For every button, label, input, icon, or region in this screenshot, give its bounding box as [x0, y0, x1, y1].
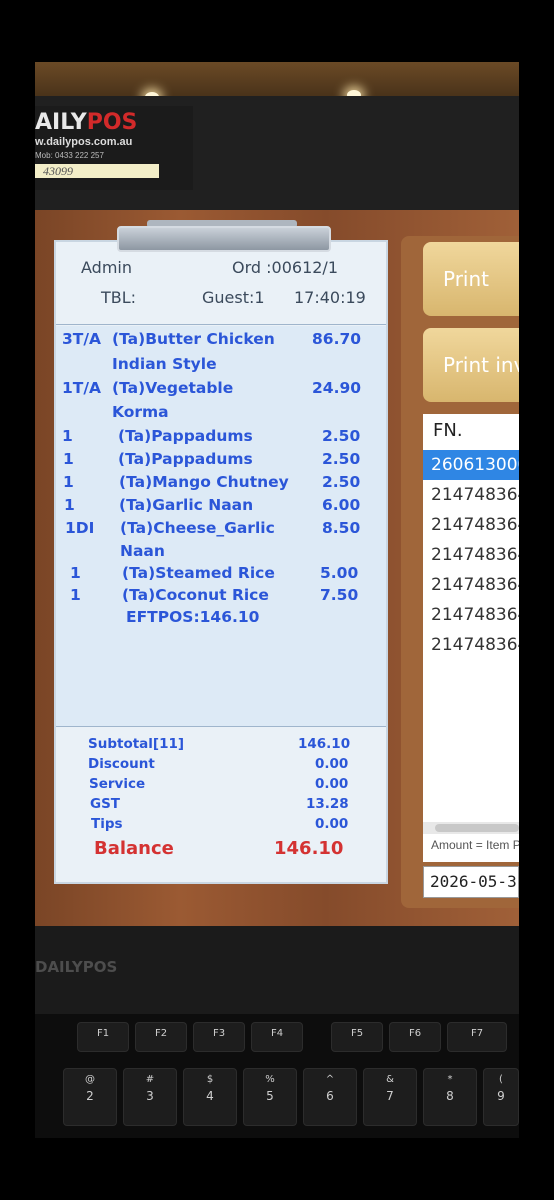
item-name[interactable]: (Ta)Coconut Rice — [122, 586, 269, 604]
key-f6[interactable]: F6 — [389, 1022, 441, 1052]
key-5[interactable]: % 5 — [243, 1068, 297, 1126]
item-name[interactable]: (Ta)Vegetable — [112, 379, 233, 397]
item-name[interactable]: (Ta)Mango Chutney — [119, 473, 289, 491]
item-name[interactable]: Indian Style — [112, 355, 217, 373]
key-f5[interactable]: F5 — [331, 1022, 383, 1052]
item-name[interactable]: (Ta)Pappadums — [118, 427, 253, 445]
item-price: 24.90 — [312, 379, 362, 397]
print-invoice-button[interactable]: Print invo — [423, 328, 519, 402]
list-item[interactable]: 2147483647, — [423, 630, 519, 660]
keyboard: F1 F2 F3 F4 F5 F6 F7 @2 #3 $4 % 5 ^ 6 & 7 *… — [35, 1014, 519, 1138]
item-price: 2.50 — [322, 427, 361, 445]
gst-label: GST — [90, 796, 121, 812]
brand-sticker: AILYPOS w.dailypos.com.au Mob: 0433 222 … — [35, 106, 193, 190]
discount-value: 0.00 — [315, 756, 349, 772]
guest-count: Guest:1 — [202, 288, 265, 307]
photo-frame: AILYPOS w.dailypos.com.au Mob: 0433 222 … — [35, 62, 519, 1138]
divider — [56, 726, 386, 727]
key-f1[interactable]: F1 — [77, 1022, 129, 1052]
item-price: 2.50 — [322, 450, 361, 468]
item-qty: 1 — [70, 586, 81, 604]
item-price: 5.00 — [320, 564, 359, 582]
order-number: Ord :00612/1 — [232, 258, 338, 277]
key-f2[interactable]: F2 — [135, 1022, 187, 1052]
subtotal-label: Subtotal[11] — [88, 736, 185, 752]
list-item[interactable]: 2147483647, — [423, 480, 519, 510]
key-3[interactable]: #3 — [123, 1068, 177, 1126]
clipboard-clip — [117, 226, 331, 252]
item-price: 6.00 — [322, 496, 361, 514]
item-name[interactable]: (Ta)Garlic Naan — [119, 496, 253, 514]
asset-tag: 43099 — [35, 164, 159, 178]
service-value: 0.00 — [315, 776, 349, 792]
item-name[interactable]: (Ta)Butter Chicken — [112, 330, 275, 348]
item-qty: 1 — [64, 496, 75, 514]
brand-logo: AILYPOS — [35, 110, 138, 135]
discount-label: Discount — [88, 756, 155, 772]
bottom-brand: DAILYPOS — [35, 958, 118, 976]
brand-phone: Mob: 0433 222 257 — [35, 151, 104, 160]
balance-label: Balance — [94, 838, 174, 859]
list-item[interactable]: 2147483647, — [423, 510, 519, 540]
item-list: 3T/A (Ta)Butter Chicken 86.70 Indian Sty… — [56, 326, 386, 726]
order-receipt: Admin Ord :00612/1 TBL: Guest:1 17:40:19… — [54, 240, 388, 884]
item-qty: 1 — [70, 564, 81, 582]
list-header: FN. — [433, 420, 463, 441]
order-time: 17:40:19 — [294, 288, 366, 307]
payment-line: EFTPOS:146.10 — [126, 608, 260, 626]
key-9[interactable]: (9 — [483, 1068, 519, 1126]
invoice-list: FN. 2606130001 2147483647, 2147483647, 2… — [423, 414, 519, 862]
key-f3[interactable]: F3 — [193, 1022, 245, 1052]
key-f4[interactable]: F4 — [251, 1022, 303, 1052]
user-label: Admin — [81, 258, 132, 277]
item-name[interactable]: (Ta)Steamed Rice — [122, 564, 275, 582]
key-6[interactable]: ^ 6 — [303, 1068, 357, 1126]
item-name[interactable]: Naan — [120, 542, 165, 560]
date-picker[interactable]: 2026-05-31 — [423, 866, 519, 898]
list-item[interactable]: 2147483647, — [423, 600, 519, 630]
brand-url: w.dailypos.com.au — [35, 136, 133, 148]
print-button[interactable]: Print — [423, 242, 519, 316]
list-item[interactable]: 2606130001 — [423, 450, 519, 480]
item-name[interactable]: (Ta)Pappadums — [118, 450, 253, 468]
divider — [56, 324, 386, 325]
item-price: 2.50 — [322, 473, 361, 491]
item-price: 86.70 — [312, 330, 362, 348]
item-price: 7.50 — [320, 586, 359, 604]
gst-value: 13.28 — [306, 796, 349, 812]
key-2[interactable]: @2 — [63, 1068, 117, 1126]
scrollbar-thumb[interactable] — [435, 824, 519, 832]
key-4[interactable]: $4 — [183, 1068, 237, 1126]
key-7[interactable]: & 7 — [363, 1068, 417, 1126]
service-label: Service — [89, 776, 146, 792]
item-qty: 1T/A — [62, 379, 102, 397]
tips-value: 0.00 — [315, 816, 349, 832]
item-name[interactable]: (Ta)Cheese_Garlic — [120, 519, 275, 537]
balance-value: 146.10 — [274, 838, 344, 859]
item-qty: 1 — [63, 473, 74, 491]
item-qty: 3T/A — [62, 330, 102, 348]
item-qty: 1 — [62, 427, 73, 445]
key-f7[interactable]: F7 — [447, 1022, 507, 1052]
item-qty: 1 — [63, 450, 74, 468]
item-price: 8.50 — [322, 519, 361, 537]
table-label: TBL: — [101, 288, 137, 307]
item-qty: 1DI — [65, 519, 95, 537]
list-item[interactable]: 2147483647, — [423, 570, 519, 600]
horizontal-scrollbar[interactable] — [423, 822, 519, 834]
tips-label: Tips — [91, 816, 123, 832]
subtotal-value: 146.10 — [298, 736, 351, 752]
amount-note: Amount = Item Price — [431, 838, 519, 852]
key-8[interactable]: * 8 — [423, 1068, 477, 1126]
item-name[interactable]: Korma — [112, 403, 169, 421]
list-item[interactable]: 2147483647, — [423, 540, 519, 570]
